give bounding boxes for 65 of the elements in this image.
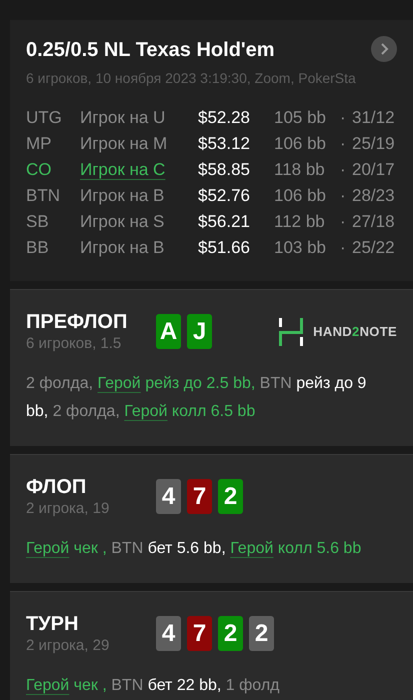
separator-dot: ·	[340, 185, 347, 207]
street-title: ФЛОП	[26, 475, 88, 499]
playing-card: 7	[187, 616, 212, 651]
stack-amount: $58.85	[198, 159, 251, 181]
stack-bb: 105 bb	[274, 107, 327, 129]
hero-link[interactable]: Герой	[26, 540, 70, 557]
position-label: SB	[26, 211, 50, 233]
stack-amount: $52.76	[198, 185, 251, 207]
player-name[interactable]: Игрок на M	[80, 134, 168, 153]
player-name[interactable]: Игрок на U	[80, 108, 166, 127]
action-line: Герой чек , BTN бет 22 bb, 1 фолд	[26, 676, 280, 696]
playing-card: 4	[156, 479, 181, 514]
position-label: UTG	[26, 107, 63, 129]
position-label: MP	[26, 133, 52, 155]
hero-link[interactable]: Герой	[230, 540, 274, 557]
player-name[interactable]: Игрок на S	[80, 212, 164, 231]
separator-dot: ·	[340, 107, 347, 129]
stack-amount: $53.12	[198, 133, 251, 155]
playing-card: 2	[218, 479, 243, 514]
hero-link[interactable]: Герой	[26, 677, 70, 694]
player-stats: 28/23	[352, 185, 395, 207]
street-title: ТУРН	[26, 612, 80, 636]
position-label: BB	[26, 237, 50, 259]
separator-dot: ·	[340, 237, 347, 259]
next-button[interactable]	[371, 36, 397, 62]
player-stats: 31/12	[352, 107, 395, 129]
playing-card: 2	[218, 616, 243, 651]
playing-card: 4	[156, 616, 181, 651]
player-stats: 25/19	[352, 133, 395, 155]
stack-bb: 106 bb	[274, 185, 327, 207]
stack-bb: 118 bb	[274, 159, 326, 181]
h-logo-icon	[279, 318, 304, 346]
separator-dot: ·	[340, 133, 347, 155]
stack-amount: $52.28	[198, 107, 251, 129]
player-stats: 27/18	[352, 211, 395, 233]
street-info: 2 игрока, 19	[26, 499, 110, 519]
hero-link[interactable]: Герой	[98, 375, 141, 392]
action-line: Герой чек , BTN бет 5.6 bb, Герой колл 5.6 bb	[26, 539, 362, 559]
hand-subtitle: 6 игроков, 10 ноября 2023 3:19:30, Zoom, PokerSta	[26, 69, 357, 88]
hero-link[interactable]: Герой	[124, 403, 168, 420]
player-stats: 20/17	[352, 159, 395, 181]
hand-title: 0.25/0.5 NL Texas Hold'em	[26, 38, 276, 63]
player-name[interactable]: Игрок на C	[80, 160, 166, 179]
player-stats: 25/22	[352, 237, 395, 259]
separator-dot: ·	[340, 159, 347, 181]
action-line: 2 фолда, Герой рейз до 2.5 bb, BTN рейз до 9 bb, 2 фолда, Герой колл 6.5 bb	[26, 374, 368, 422]
playing-card: 7	[187, 479, 212, 514]
street-info: 6 игроков, 1.5	[26, 334, 122, 354]
stack-amount: $51.66	[198, 237, 251, 259]
stack-bb: 103 bb	[274, 237, 327, 259]
position-label: BTN	[26, 185, 61, 207]
playing-card: A	[156, 314, 181, 349]
position-label: CO	[26, 159, 52, 181]
stack-bb: 106 bb	[274, 133, 327, 155]
street-info: 2 игрока, 29	[26, 636, 110, 656]
chevron-right-icon	[379, 43, 389, 55]
playing-card: J	[187, 314, 212, 349]
player-name[interactable]: Игрок на B	[80, 238, 164, 257]
logo-text: HAND2NOTE	[313, 323, 397, 342]
stack-amount: $56.21	[198, 211, 251, 233]
separator-dot: ·	[340, 211, 347, 233]
playing-card: 2	[249, 616, 274, 651]
stack-bb: 112 bb	[274, 211, 326, 233]
street-title: ПРЕФЛОП	[26, 310, 128, 334]
player-name[interactable]: Игрок на B	[80, 186, 164, 205]
